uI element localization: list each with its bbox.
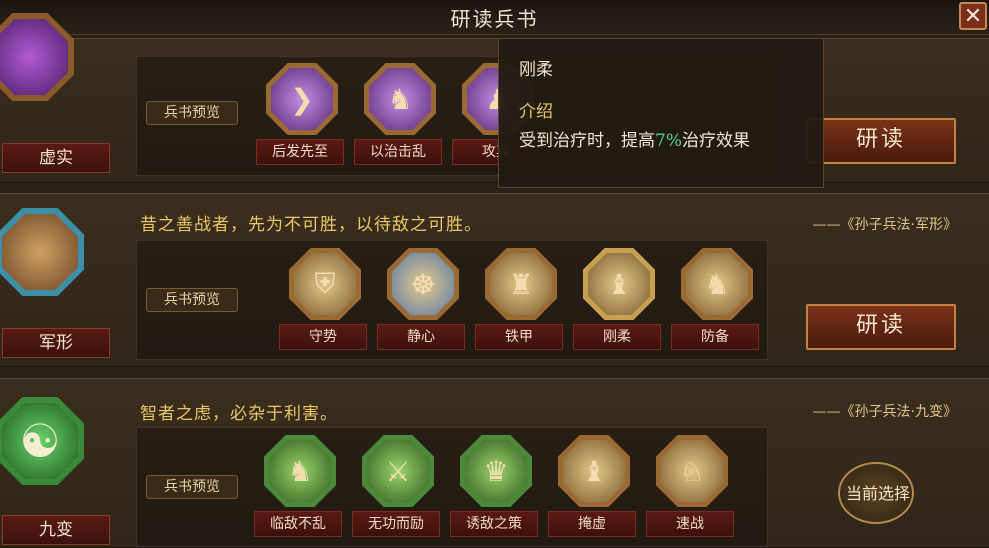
skill-icon: ♞ [681,248,753,320]
yin-yang-emblem-icon: ☯ [0,397,84,485]
skill-tooltip: 刚柔 介绍 受到治疗时，提高7%治疗效果 [498,38,824,188]
book-quote: 智者之虑，必杂于利害。 [140,404,338,424]
skill-label: 后发先至 [256,139,344,165]
tooltip-desc-text: 治疗效果 [681,131,750,151]
skill-label: 掩虚 [548,511,636,537]
skill-icon: ♝ [583,248,655,320]
close-icon[interactable]: ✕ [959,2,987,30]
skill-label: 静心 [377,324,465,350]
tooltip-desc-text: 受到治疗时，提高 [519,131,655,151]
skill-icon: ❯ [266,63,338,135]
book-name: 军形 [2,328,110,358]
book-section-xushi: 虚实 兵书预览 ❯ 后发先至 ♞ 以治击乱 ♟ 攻其 研读 [0,13,989,183]
book-quote: 昔之善战者，先为不可胜，以待敌之可胜。 [140,215,482,235]
skill-item[interactable]: ♝ 刚柔 [573,248,665,358]
skill-icon: ♞ [364,63,436,135]
skill-label: 无功而励 [352,511,440,537]
book-name: 九变 [2,515,110,545]
current-selection-label: 当前选择 [845,484,910,503]
skill-item[interactable]: ♘ 速战 [646,435,738,545]
skill-label: 诱敌之策 [450,511,538,537]
skill-label: 临敌不乱 [254,511,342,537]
tooltip-section-label: 介绍 [519,102,553,122]
window-title: 研读兵书 [450,7,539,31]
study-button[interactable]: 研读 [806,304,956,350]
skill-label: 刚柔 [573,324,661,350]
skill-label: 防备 [671,324,759,350]
study-button[interactable]: 研读 [806,118,956,164]
skill-icon: ♜ [485,248,557,320]
preview-button[interactable]: 兵书预览 [146,288,238,312]
skill-label: 守势 [279,324,367,350]
skill-item[interactable]: ⚔ 无功而励 [352,435,444,545]
tooltip-description: 受到治疗时，提高7%治疗效果 [519,127,809,155]
skill-item[interactable]: ♜ 铁甲 [475,248,567,358]
preview-button[interactable]: 兵书预览 [146,101,238,125]
preview-button[interactable]: 兵书预览 [146,475,238,499]
skill-label: 以治击乱 [354,139,442,165]
book-section-junxing: 军形 昔之善战者，先为不可胜，以待敌之可胜。 ——《孙子兵法·军形》 兵书预览 … [0,193,989,367]
skill-icon: ♝ [558,435,630,507]
skill-icon: ⛨ [289,248,361,320]
skill-icon: ♛ [460,435,532,507]
tooltip-percentage: 7% [655,131,682,151]
skill-icon: ☸ [387,248,459,320]
skill-item[interactable]: ♞ 临敌不乱 [254,435,346,545]
skill-label: 速战 [646,511,734,537]
book-source: ——《孙子兵法·九变》 [812,404,957,420]
skill-item[interactable]: ♞ 防备 [671,248,763,358]
skill-item[interactable]: ❯ 后发先至 [256,63,348,173]
skill-label: 铁甲 [475,324,563,350]
skill-item[interactable]: ♝ 掩虚 [548,435,640,545]
skill-item[interactable]: ♛ 诱敌之策 [450,435,542,545]
book-name: 虚实 [2,143,110,173]
skill-icon: ♞ [264,435,336,507]
skill-icon: ♘ [656,435,728,507]
skill-item[interactable]: ♞ 以治击乱 [354,63,446,173]
title-bar: 研读兵书 ✕ [0,0,989,35]
tooltip-title: 刚柔 [519,60,553,80]
junxing-emblem-icon [0,208,84,296]
book-source: ——《孙子兵法·军形》 [812,217,957,233]
skill-item[interactable]: ⛨ 守势 [279,248,371,358]
book-section-jiubian: ☯ 九变 智者之虑，必杂于利害。 ——《孙子兵法·九变》 兵书预览 ♞ 临敌不乱… [0,378,989,548]
skill-item[interactable]: ☸ 静心 [377,248,469,358]
skill-icon: ⚔ [362,435,434,507]
